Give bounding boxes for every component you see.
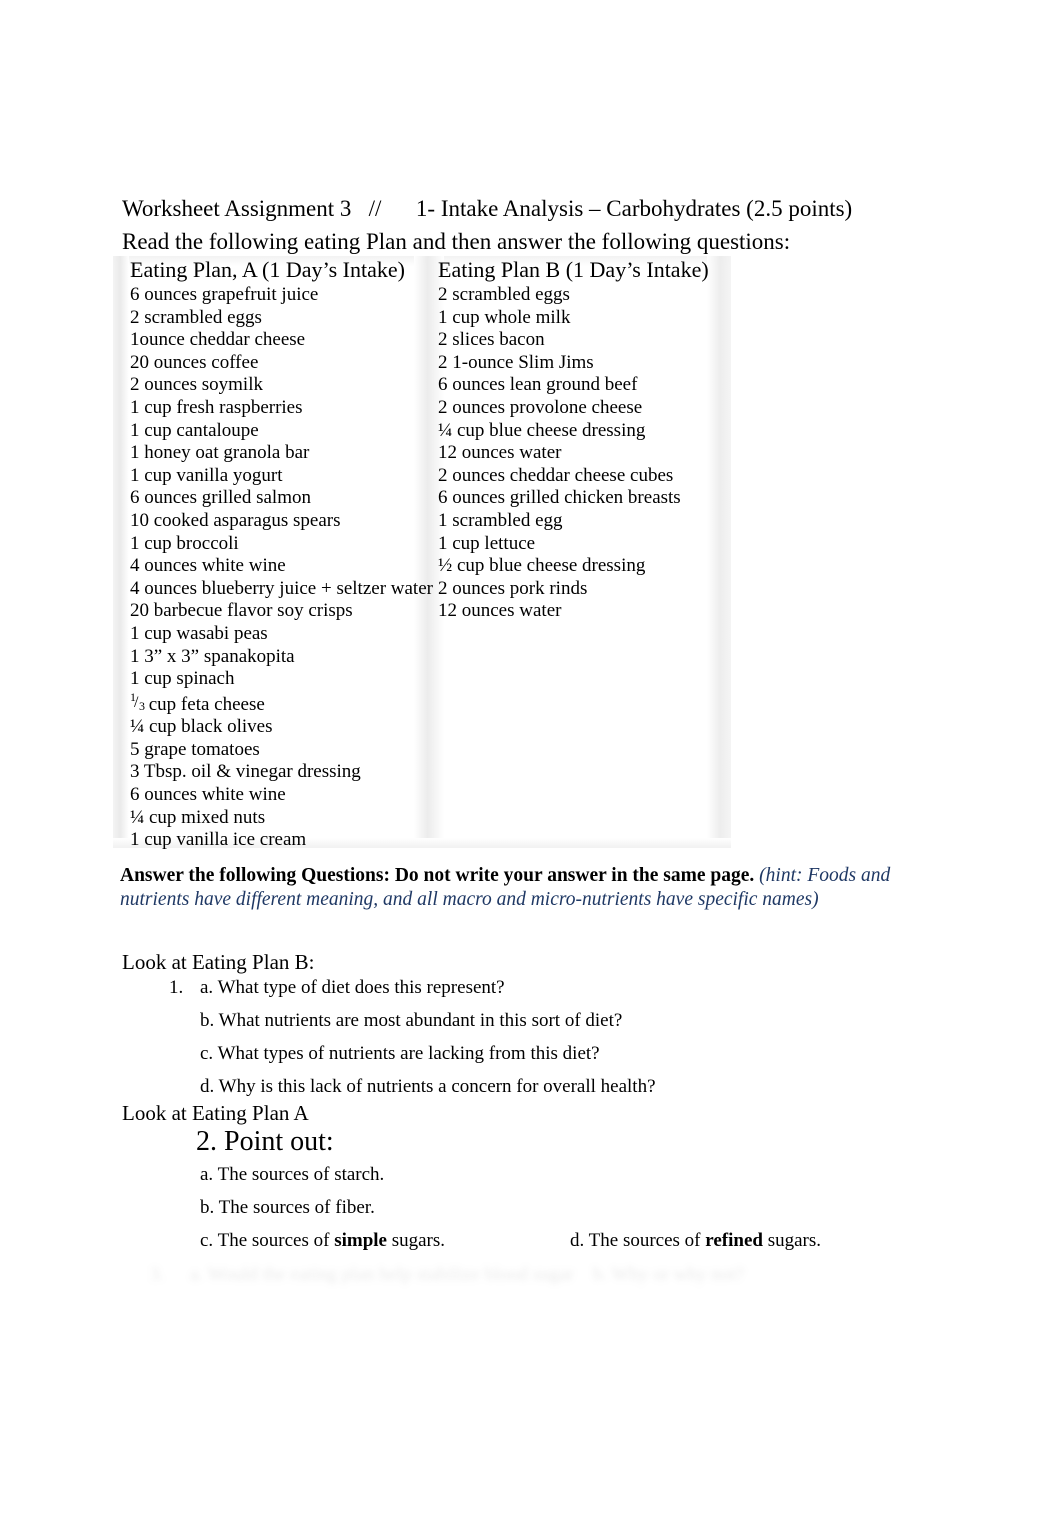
question-2b: b. The sources of fiber.: [200, 1197, 375, 1218]
eating-plan-b-list: 2 scrambled eggs 1 cup whole milk 2 slices…: [438, 284, 728, 623]
cut-off-question-pre: a. Would the eating plan help stabilize …: [190, 1264, 574, 1285]
eating-plan-a-item: 1 cup vanilla yogurt: [130, 464, 283, 486]
eating-plan-a-item: 1 cup fresh raspberries: [130, 396, 303, 418]
question-2c-pre: c. The sources of: [200, 1230, 335, 1251]
plans-shade-left: [113, 256, 129, 848]
question-1-number: 1.: [169, 977, 184, 998]
eating-plan-b-item: 2 slices bacon: [438, 329, 545, 351]
cut-off-question-post: b. Why or why not?: [592, 1264, 744, 1285]
cut-off-question-line: 3. a. Would the eating plan help stabiliz…: [150, 1262, 790, 1290]
eating-plan-a-item: 20 ounces coffee: [130, 351, 259, 373]
eating-plan-a-item: 1 cup spinach: [130, 668, 235, 690]
question-1a: a. What type of diet does this represent…: [200, 977, 505, 998]
answer-instruction-bold: Answer the following Questions: Do not w…: [120, 865, 755, 886]
eating-plan-b-item: 2 scrambled eggs: [438, 284, 570, 305]
eating-plan-b-item: 12 ounces water: [438, 442, 562, 464]
cut-off-question-number: 3.: [150, 1264, 165, 1285]
eating-plan-a-item: 20 barbecue flavor soy crisps: [130, 600, 353, 622]
question-1b: b. What nutrients are most abundant in t…: [200, 1010, 623, 1031]
eating-plan-a-item: 1 cup vanilla ice cream: [130, 829, 307, 851]
question-2-heading: 2. Point out:: [196, 1126, 334, 1157]
question-2d-pre: d. The sources of: [570, 1230, 706, 1251]
look-at-plan-b-label: Look at Eating Plan B:: [122, 950, 315, 974]
eating-plan-a-item: 4 ounces blueberry juice + seltzer water: [130, 577, 433, 599]
eating-plan-b-item: 1 cup lettuce: [438, 532, 536, 554]
eating-plan-a-list: 6 ounces grapefruit juice 2 scrambled egg…: [130, 284, 450, 852]
eating-plan-a-item: 6 ounces grilled salmon: [130, 487, 311, 509]
fraction-one-third: 1/3: [130, 689, 145, 713]
question-2d-emphasis: refined: [705, 1230, 763, 1251]
eating-plans-block: Eating Plan, A (1 Day’s Intake) 6 ounces…: [113, 256, 731, 850]
eating-plan-b-heading: Eating Plan B (1 Day’s Intake): [438, 257, 709, 282]
question-2d-post: sugars.: [762, 1230, 822, 1251]
question-2c-post: sugars.: [386, 1230, 446, 1251]
eating-plan-a-item: 1 cup broccoli: [130, 532, 239, 554]
eating-plan-b-item: 2 ounces cheddar cheese cubes: [438, 464, 674, 486]
eating-plan-a-item: ¼ cup black olives: [130, 716, 273, 738]
answer-instruction: Answer the following Questions: Do not w…: [120, 864, 930, 912]
eating-plan-a-item: 1/3 cup feta cheese: [130, 689, 265, 715]
question-2c: c. The sources of simple sugars.: [200, 1229, 445, 1253]
eating-plan-a-column: Eating Plan, A (1 Day’s Intake) 6 ounces…: [130, 256, 450, 852]
eating-plan-a-item: 2 scrambled eggs: [130, 306, 262, 328]
eating-plan-a-item: 6 ounces white wine: [130, 784, 286, 806]
eating-plan-b-item: ½ cup blue cheese dressing: [438, 555, 646, 577]
eating-plan-a-item: 10 cooked asparagus spears: [130, 509, 341, 531]
eating-plan-a-item: ¼ cup mixed nuts: [130, 806, 266, 828]
eating-plan-b-item: 2 1-ounce Slim Jims: [438, 351, 594, 373]
eating-plan-b-item: 6 ounces grilled chicken breasts: [438, 487, 681, 509]
eating-plan-a-item: 2 ounces soymilk: [130, 374, 263, 396]
worksheet-page: Worksheet Assignment 3 // 1- Intake Anal…: [0, 0, 1062, 1536]
eating-plan-a-item: 6 ounces grapefruit juice: [130, 284, 319, 305]
eating-plan-a-item: 1ounce cheddar cheese: [130, 329, 306, 351]
eating-plan-a-item: 1 honey oat granola bar: [130, 442, 310, 464]
eating-plan-b-item: 2 ounces pork rinds: [438, 577, 588, 599]
eating-plan-b-item: 12 ounces water: [438, 600, 562, 622]
eating-plan-a-heading: Eating Plan, A (1 Day’s Intake): [130, 257, 405, 282]
look-at-plan-a-label: Look at Eating Plan A: [122, 1101, 309, 1125]
eating-plan-a-item: 1 cup cantaloupe: [130, 419, 259, 441]
page-subtitle: Read the following eating Plan and then …: [122, 229, 791, 254]
eating-plan-a-item: 1 cup wasabi peas: [130, 622, 268, 644]
question-2d: d. The sources of refined sugars.: [570, 1229, 821, 1253]
eating-plan-a-item: 3 Tbsp. oil & vinegar dressing: [130, 761, 361, 783]
eating-plan-a-item: 1 3” x 3” spanakopita: [130, 645, 295, 667]
page-title: Worksheet Assignment 3 // 1- Intake Anal…: [122, 196, 853, 221]
eating-plan-b-item: 2 ounces provolone cheese: [438, 396, 643, 418]
eating-plan-a-item: 4 ounces white wine: [130, 555, 286, 577]
eating-plan-b-item: 6 ounces lean ground beef: [438, 374, 638, 396]
eating-plan-b-item: 1 cup whole milk: [438, 306, 571, 328]
question-1c: c. What types of nutrients are lacking f…: [200, 1043, 600, 1064]
eating-plan-a-item: 5 grape tomatoes: [130, 738, 260, 760]
question-2a: a. The sources of starch.: [200, 1164, 385, 1185]
eating-plan-b-column: Eating Plan B (1 Day’s Intake) 2 scrambl…: [438, 256, 728, 623]
question-2c-emphasis: simple: [334, 1230, 387, 1251]
eating-plan-b-item: 1 scrambled egg: [438, 509, 563, 531]
question-1d: d. Why is this lack of nutrients a conce…: [200, 1076, 656, 1097]
eating-plan-b-item: ¼ cup blue cheese dressing: [438, 419, 646, 441]
